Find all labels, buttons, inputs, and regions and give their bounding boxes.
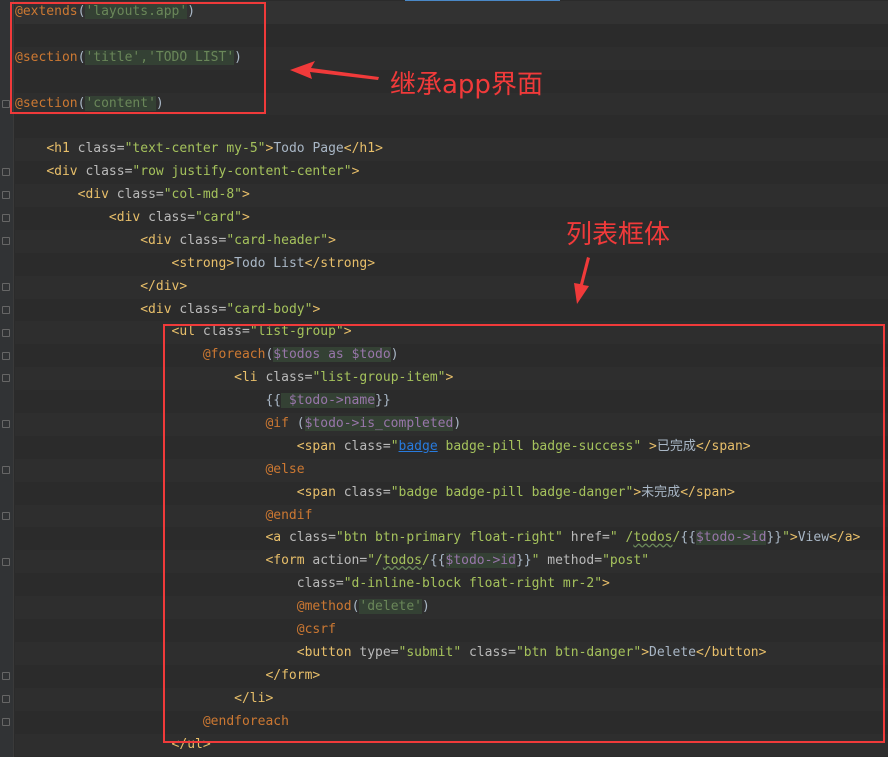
arrow-left-icon [290, 61, 379, 80]
arrow-down-icon [574, 257, 590, 304]
annotation-arrows [290, 61, 590, 304]
